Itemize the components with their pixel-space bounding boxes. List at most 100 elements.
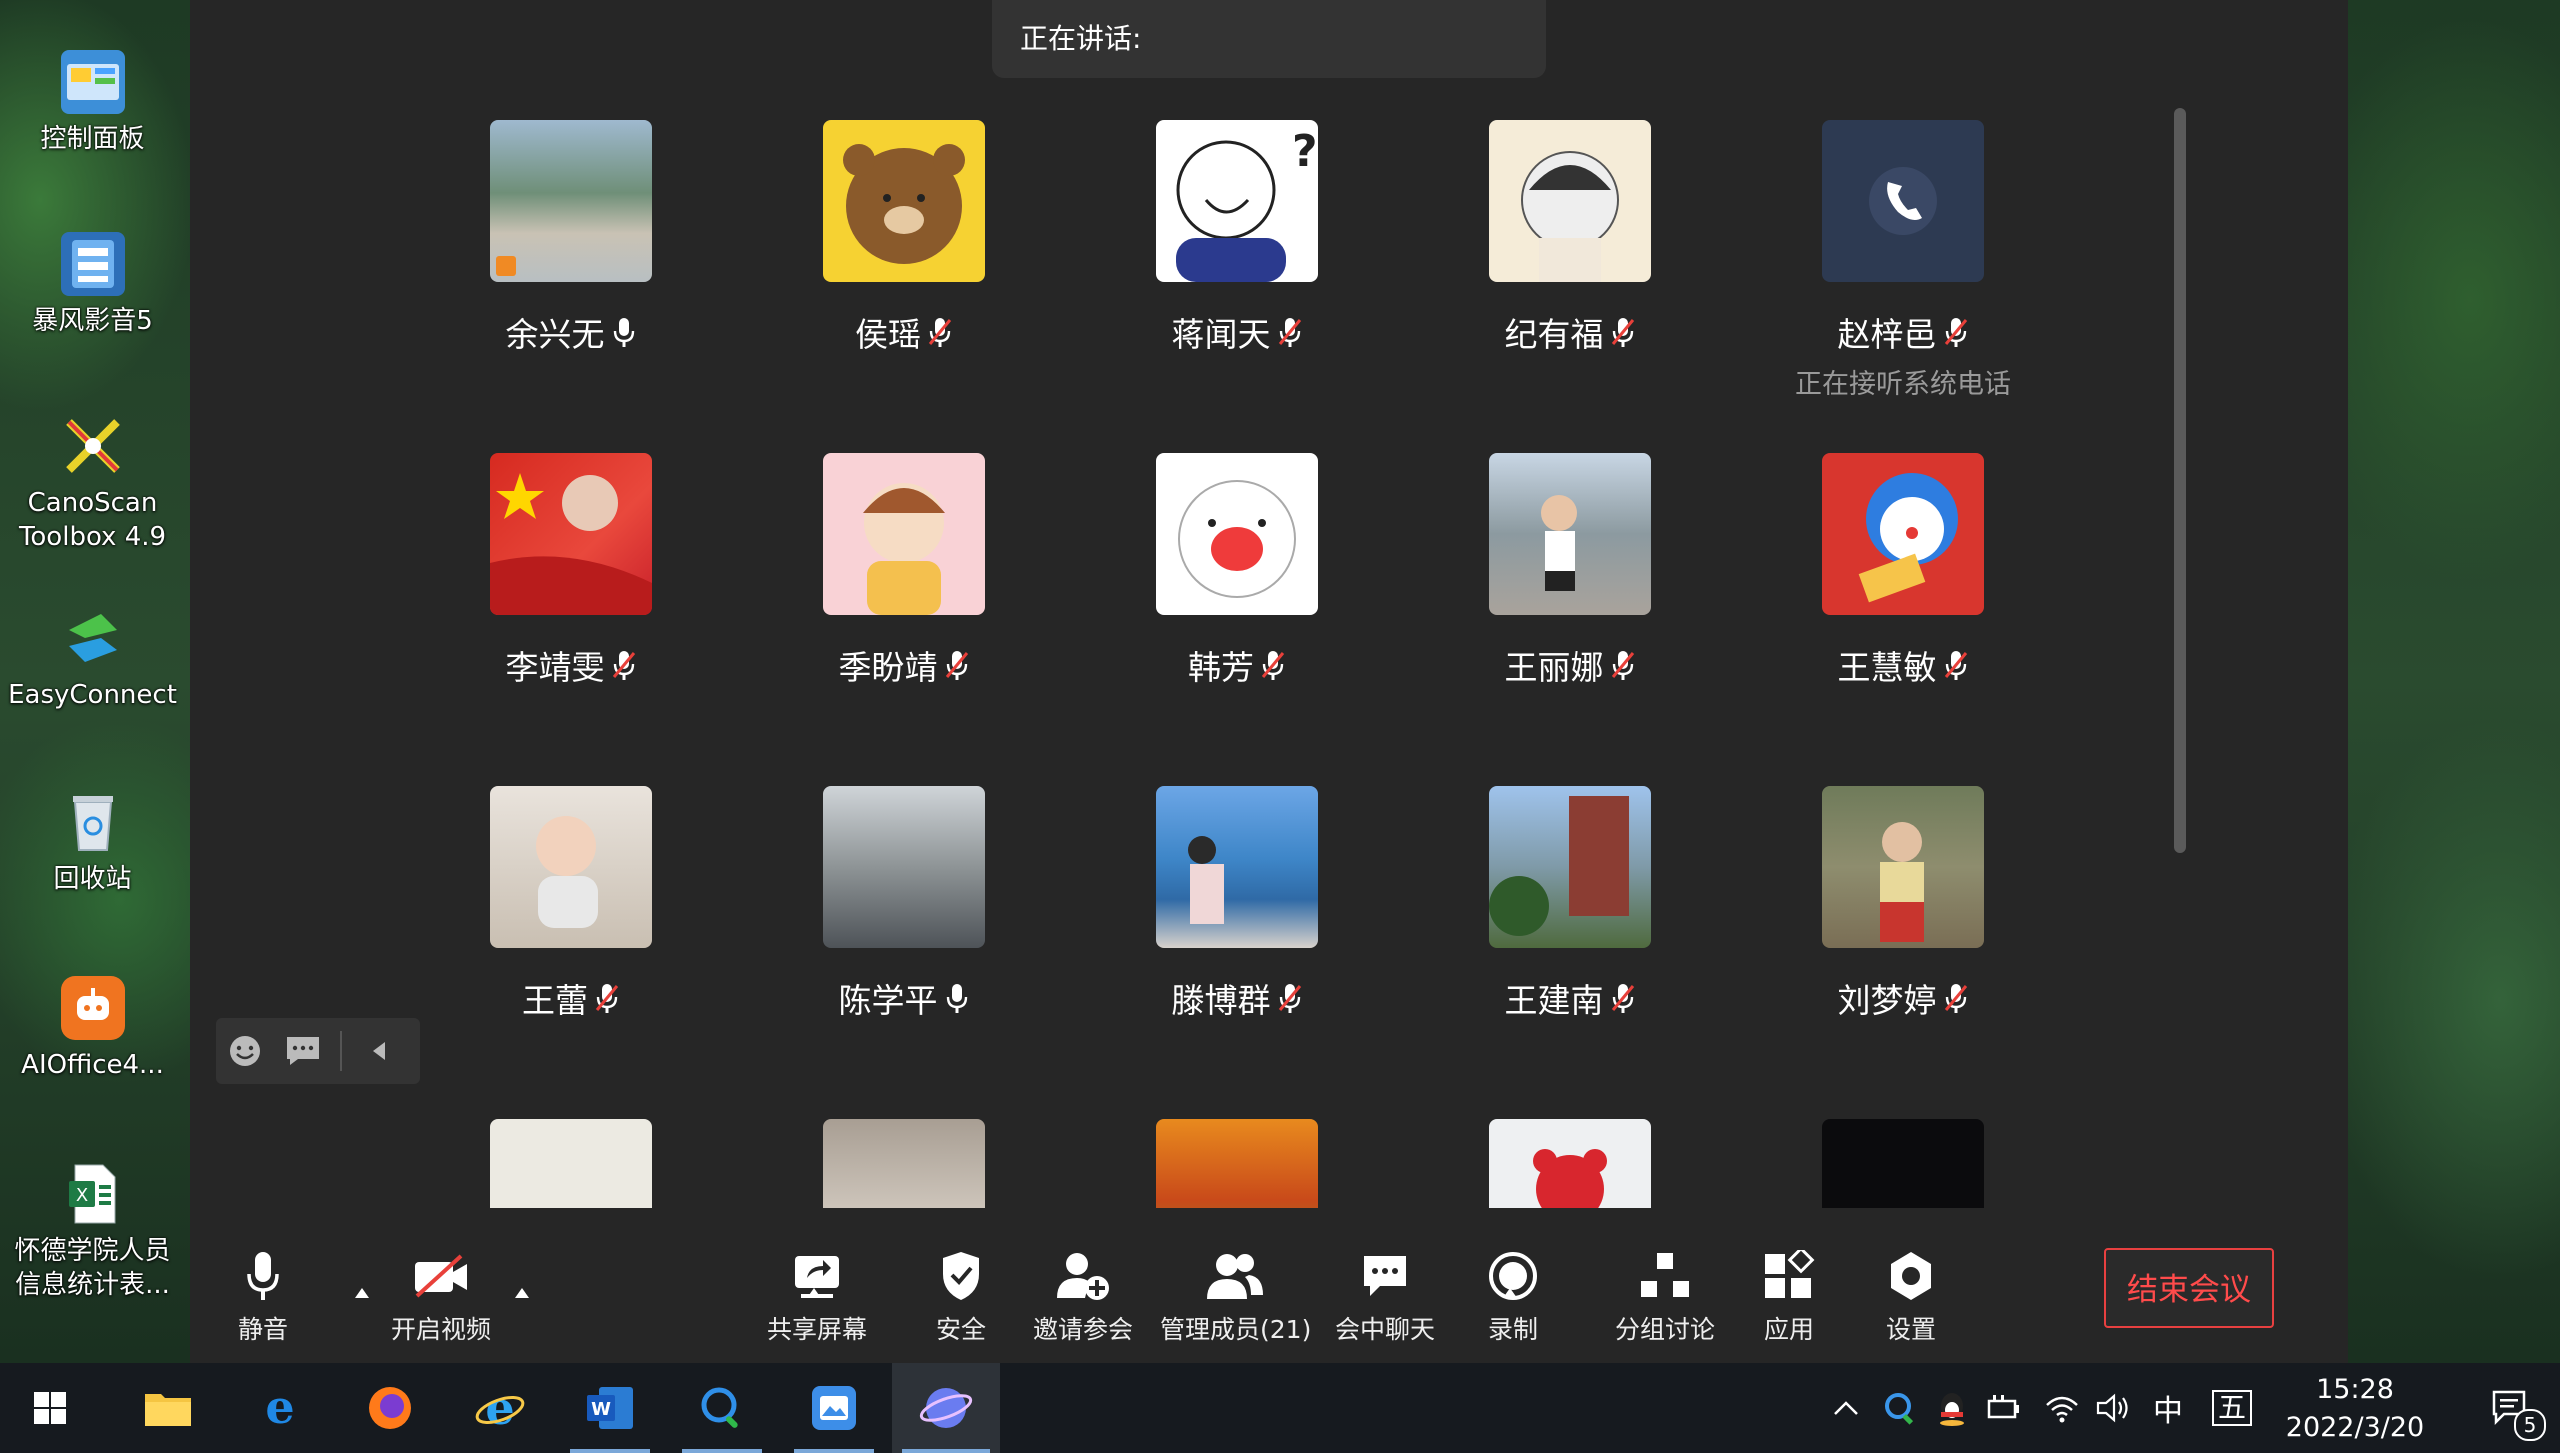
- participant-avatar: [1156, 786, 1318, 948]
- microphone-muted-icon: [945, 651, 968, 680]
- desktop-icon-control-panel[interactable]: 控制面板: [0, 50, 185, 156]
- taskbar-search-tool[interactable]: [672, 1363, 772, 1453]
- participant-tile[interactable]: [1404, 1119, 1736, 1208]
- tray-search-app[interactable]: [1878, 1363, 1922, 1453]
- desktop-icon-label: 怀德学院人员信息统计表...: [14, 1236, 171, 1300]
- participant-name-row: 蒋闻天: [1071, 308, 1403, 356]
- microphone-muted-icon: [1278, 984, 1301, 1013]
- participant-tile[interactable]: ? 蒋闻天: [1071, 120, 1403, 420]
- action-center-button[interactable]: 5: [2460, 1363, 2560, 1453]
- internet-explorer-icon: e: [475, 1384, 525, 1432]
- start-button[interactable]: [0, 1363, 100, 1453]
- gear-icon: [1836, 1248, 1986, 1304]
- desktop-icon-recycle-bin[interactable]: 回收站: [0, 790, 185, 896]
- participant-tile[interactable]: 王慧敏: [1737, 453, 2069, 753]
- video-off-icon: [366, 1248, 516, 1304]
- participant-name: 王慧敏: [1837, 648, 1937, 687]
- notification-count-badge: 5: [2514, 1409, 2546, 1441]
- participant-tile[interactable]: 侯瑶: [738, 120, 1070, 420]
- manage-members-button[interactable]: 管理成员(21): [1160, 1248, 1311, 1346]
- participant-tile[interactable]: 李靖雯: [490, 453, 737, 753]
- participant-tile[interactable]: 滕博群: [1071, 786, 1403, 1086]
- microphone-on-icon: [946, 984, 967, 1013]
- mute-button[interactable]: 静音: [188, 1248, 338, 1346]
- svg-text:e: e: [265, 1385, 294, 1431]
- grid-scrollbar[interactable]: [2174, 108, 2186, 853]
- participant-avatar: [1489, 1119, 1651, 1208]
- participant-tile[interactable]: [490, 1119, 737, 1208]
- meeting-window: 正在讲话: 余兴无 侯瑶? 蒋闻天 纪有福 赵梓邑 正在接听系统电话 李靖雯 季盼靖 韩芳 王丽娜…: [190, 0, 2348, 1363]
- tray-volume[interactable]: [2092, 1363, 2136, 1453]
- record-options-caret-icon[interactable]: [1500, 1282, 1520, 1302]
- microphone-muted-icon: [1611, 984, 1634, 1013]
- collapse-reaction-bar-button[interactable]: [350, 1018, 408, 1084]
- participant-tile[interactable]: 赵梓邑 正在接听系统电话: [1737, 120, 2069, 420]
- desktop-icon-aioffice[interactable]: AIOffice4...: [0, 976, 185, 1082]
- word-icon: W: [587, 1387, 633, 1429]
- participant-tile[interactable]: 王蕾: [490, 786, 737, 1086]
- participant-name-row: 纪有福: [1404, 308, 1736, 356]
- taskbar-firefox[interactable]: [340, 1363, 440, 1453]
- desktop-icon-baofeng[interactable]: 暴风影音5: [0, 232, 185, 338]
- microphone-on-icon: [613, 318, 634, 347]
- chevron-up-icon: [1834, 1401, 1858, 1415]
- participant-name-row: 季盼靖: [738, 641, 1070, 689]
- participant-tile[interactable]: 王丽娜: [1404, 453, 1736, 753]
- video-options-caret-icon[interactable]: [512, 1282, 532, 1302]
- desktop-icon-easyconnect[interactable]: EasyConnect: [0, 606, 185, 712]
- participant-tile[interactable]: 陈学平: [738, 786, 1070, 1086]
- participant-tile[interactable]: [738, 1119, 1070, 1208]
- taskbar-file-explorer[interactable]: [118, 1363, 218, 1453]
- microphone-icon: [188, 1248, 338, 1304]
- taskbar-word[interactable]: W: [560, 1363, 660, 1453]
- settings-button[interactable]: 设置: [1836, 1248, 1986, 1346]
- taskbar-clock[interactable]: 15:28 2022/3/20: [2250, 1371, 2460, 1447]
- microphone-muted-icon: [1944, 651, 1967, 680]
- wifi-icon: [2046, 1396, 2078, 1423]
- taskbar-ie[interactable]: e: [450, 1363, 550, 1453]
- taskbar-edge[interactable]: e: [230, 1363, 330, 1453]
- start-video-button[interactable]: 开启视频: [366, 1248, 516, 1346]
- participant-tile[interactable]: [1071, 1119, 1403, 1208]
- smiley-icon: [230, 1036, 260, 1066]
- running-indicator: [902, 1449, 990, 1453]
- desktop-icon-label: EasyConnect: [8, 680, 177, 710]
- microphone-muted-icon: [595, 984, 619, 1013]
- show-hidden-icons-button[interactable]: [1826, 1363, 1866, 1453]
- caret-left-icon: [373, 1042, 385, 1060]
- participant-tile[interactable]: 王建南: [1404, 786, 1736, 1086]
- participant-tile[interactable]: 余兴无: [490, 120, 737, 420]
- participant-name: 纪有福: [1504, 315, 1604, 354]
- participant-name-row: 陈学平: [738, 974, 1070, 1022]
- emoji-reaction-button[interactable]: [216, 1018, 274, 1084]
- desktop-icon-canoscan[interactable]: CanoScan Toolbox 4.9: [0, 414, 185, 554]
- participant-tile[interactable]: 季盼靖: [738, 453, 1070, 753]
- aioffice-robot-icon: [60, 976, 125, 1040]
- participant-tile[interactable]: 韩芳: [1071, 453, 1403, 753]
- svg-text:?: ?: [1292, 126, 1318, 177]
- participant-name: 王蕾: [522, 981, 588, 1020]
- divider: [340, 1031, 342, 1071]
- participant-name-row: 王慧敏: [1737, 641, 2069, 689]
- participant-avatar: [1156, 1119, 1318, 1208]
- ime-mode-indicator[interactable]: 五: [2210, 1363, 2254, 1453]
- clock-date: 2022/3/20: [2285, 1412, 2425, 1443]
- participant-tile[interactable]: 刘梦婷: [1737, 786, 2069, 1086]
- desktop-icon-label: 回收站: [53, 864, 132, 894]
- taskbar-photos[interactable]: [784, 1363, 884, 1453]
- tray-wifi[interactable]: [2040, 1363, 2084, 1453]
- end-meeting-button[interactable]: 结束会议: [2104, 1248, 2274, 1328]
- taskbar-tencent-meeting[interactable]: [892, 1363, 1000, 1453]
- ime-language-indicator[interactable]: 中: [2146, 1363, 2190, 1453]
- participant-tile[interactable]: [1737, 1119, 2069, 1208]
- invite-button[interactable]: 邀请参会: [1008, 1248, 1158, 1346]
- participant-name-row: 侯瑶: [738, 308, 1070, 356]
- tray-qq[interactable]: [1930, 1363, 1974, 1453]
- tray-power[interactable]: [1982, 1363, 2026, 1453]
- desktop-icon-excel-file[interactable]: X 怀德学院人员信息统计表...: [0, 1162, 185, 1302]
- participant-avatar: [1489, 786, 1651, 948]
- bullet-chat-button[interactable]: [274, 1018, 332, 1084]
- participant-tile[interactable]: 纪有福: [1404, 120, 1736, 420]
- participant-avatar: [1822, 786, 1984, 948]
- share-options-caret-icon[interactable]: [804, 1282, 824, 1302]
